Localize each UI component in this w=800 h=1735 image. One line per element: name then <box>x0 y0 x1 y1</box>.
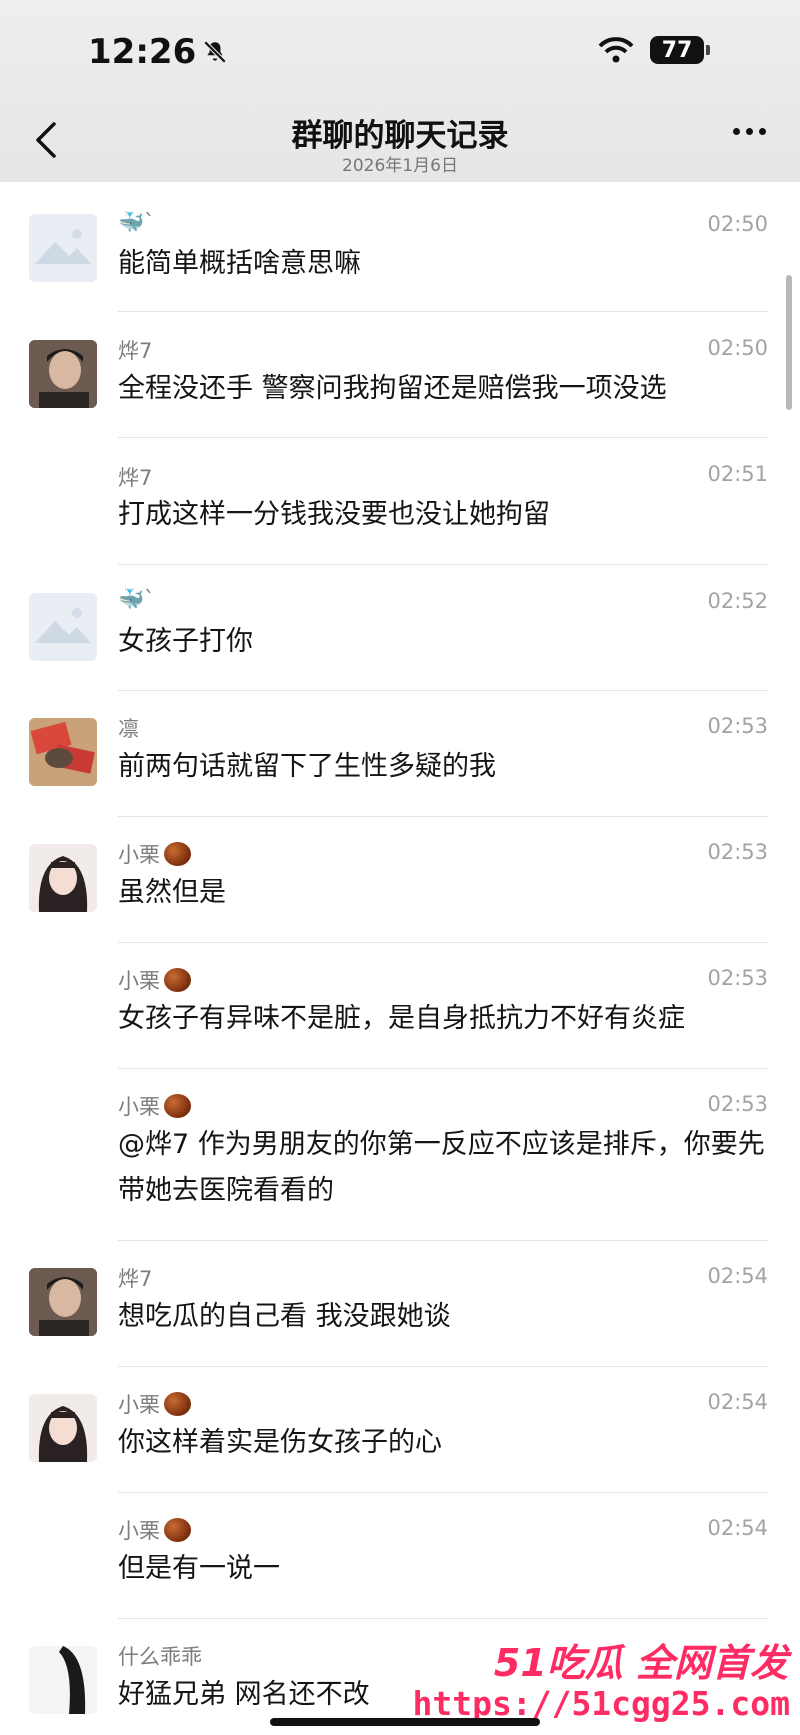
message-text: 打成这样一分钱我没要也没让她拘留 <box>118 499 550 530</box>
person-avatar-icon <box>29 844 97 912</box>
chestnut-emoji-icon <box>164 1518 191 1542</box>
message-text: 想吃瓜的自己看 我没跟她谈 <box>118 1301 451 1332</box>
header-bar: 12:26 77 群聊的聊天记录 2026年1月6日 <box>0 0 800 182</box>
message-item[interactable]: 🐳` 02:50 能简单概括啥意思嘛 <box>0 182 800 308</box>
person-avatar-icon <box>29 1268 97 1336</box>
message-item[interactable]: 小栗 02:53 @烨7 作为男朋友的你第一反应不应该是排斥，你要先带她去医院看… <box>0 1069 800 1241</box>
message-time: 02:53 <box>707 1092 768 1116</box>
message-time: 02:50 <box>707 336 768 360</box>
avatar-placeholder[interactable] <box>29 214 97 282</box>
nickname-text: 小栗 <box>118 1393 160 1417</box>
message-time: 02:54 <box>707 1390 768 1414</box>
message-text: 虽然但是 <box>118 877 226 908</box>
status-indicators: 77 <box>598 36 710 64</box>
message-item[interactable]: 小栗 02:53 虽然但是 <box>0 817 800 943</box>
page-title: 群聊的聊天记录 <box>291 118 509 154</box>
message-item[interactable]: 小栗 02:53 女孩子有异味不是脏，是自身抵抗力不好有炎症 <box>0 943 800 1069</box>
message-text: 你这样着实是伤女孩子的心 <box>118 1427 442 1458</box>
nickname: 🐳` <box>118 587 155 611</box>
page-subtitle: 2026年1月6日 <box>342 156 458 176</box>
message-item[interactable]: 烨7 02:54 想吃瓜的自己看 我没跟她谈 <box>0 1241 800 1367</box>
message-text: 前两句话就留下了生性多疑的我 <box>118 751 496 782</box>
message-time: 02:50 <box>707 212 768 236</box>
nickname: 烨7 <box>118 466 153 490</box>
nickname: 什么乖乖 <box>118 1645 202 1669</box>
nickname-text: 小栗 <box>118 843 160 867</box>
person-avatar-icon <box>29 340 97 408</box>
more-dots-icon[interactable] <box>733 128 766 135</box>
watermark-brand: 51吃瓜 全网首发 <box>493 1641 788 1685</box>
message-text: 女孩子有异味不是脏，是自身抵抗力不好有炎症 <box>118 1003 685 1034</box>
nickname: 🐳` <box>118 210 155 234</box>
chestnut-emoji-icon <box>164 1392 191 1416</box>
nickname: 烨7 <box>118 1267 153 1291</box>
nickname: 小栗 <box>118 1515 191 1545</box>
nickname: 小栗 <box>118 839 191 869</box>
message-time: 02:51 <box>707 462 768 486</box>
nickname: 小栗 <box>118 965 191 995</box>
status-time-text: 12:26 <box>88 32 197 72</box>
message-time: 02:53 <box>707 840 768 864</box>
wifi-icon <box>598 37 634 63</box>
status-time: 12:26 <box>88 32 228 72</box>
message-time: 02:53 <box>707 966 768 990</box>
battery-indicator: 77 <box>650 36 710 64</box>
image-placeholder-icon <box>29 593 97 661</box>
bell-slash-icon <box>203 40 227 64</box>
message-time: 02:54 <box>707 1516 768 1540</box>
avatar[interactable] <box>29 1394 97 1462</box>
chestnut-emoji-icon <box>164 968 191 992</box>
avatar[interactable] <box>29 844 97 912</box>
home-indicator[interactable] <box>270 1718 540 1726</box>
message-item[interactable]: 小栗 02:54 但是有一说一 <box>0 1493 800 1619</box>
image-placeholder-icon <box>29 214 97 282</box>
chestnut-emoji-icon <box>164 842 191 866</box>
message-item[interactable]: 小栗 02:54 你这样着实是伤女孩子的心 <box>0 1367 800 1493</box>
nickname-text: 小栗 <box>118 969 160 993</box>
message-text: 但是有一说一 <box>118 1553 280 1584</box>
person-avatar-icon <box>29 1394 97 1462</box>
nickname: 小栗 <box>118 1389 191 1419</box>
nickname-text: 小栗 <box>118 1519 160 1543</box>
message-time: 02:52 <box>707 589 768 613</box>
message-item[interactable]: 烨7 02:51 打成这样一分钱我没要也没让她拘留 <box>0 438 800 564</box>
person-avatar-icon <box>29 1646 97 1714</box>
avatar[interactable] <box>29 1268 97 1336</box>
avatar-placeholder[interactable] <box>29 593 97 661</box>
message-text: 能简单概括啥意思嘛 <box>118 248 361 279</box>
message-time: 02:54 <box>707 1264 768 1288</box>
nickname-text: 小栗 <box>118 1095 160 1119</box>
nickname: 小栗 <box>118 1091 191 1121</box>
chestnut-emoji-icon <box>164 1094 191 1118</box>
nickname: 烨7 <box>118 339 153 363</box>
message-time: 02:53 <box>707 714 768 738</box>
message-text: 全程没还手 警察问我拘留还是赔偿我一项没选 <box>118 373 667 404</box>
photo-avatar-icon <box>29 718 97 786</box>
message-text: 女孩子打你 <box>118 626 253 657</box>
battery-level: 77 <box>661 37 693 63</box>
message-text: @烨7 作为男朋友的你第一反应不应该是排斥，你要先带她去医院看看的 <box>118 1129 765 1206</box>
message-item[interactable]: 烨7 02:50 全程没还手 警察问我拘留还是赔偿我一项没选 <box>0 312 800 438</box>
avatar[interactable] <box>29 1646 97 1714</box>
nickname: 凛 <box>118 717 139 741</box>
avatar[interactable] <box>29 340 97 408</box>
message-item[interactable]: 凛 02:53 前两句话就留下了生性多疑的我 <box>0 691 800 817</box>
avatar[interactable] <box>29 718 97 786</box>
message-item[interactable]: 🐳` 02:52 女孩子打你 <box>0 565 800 691</box>
